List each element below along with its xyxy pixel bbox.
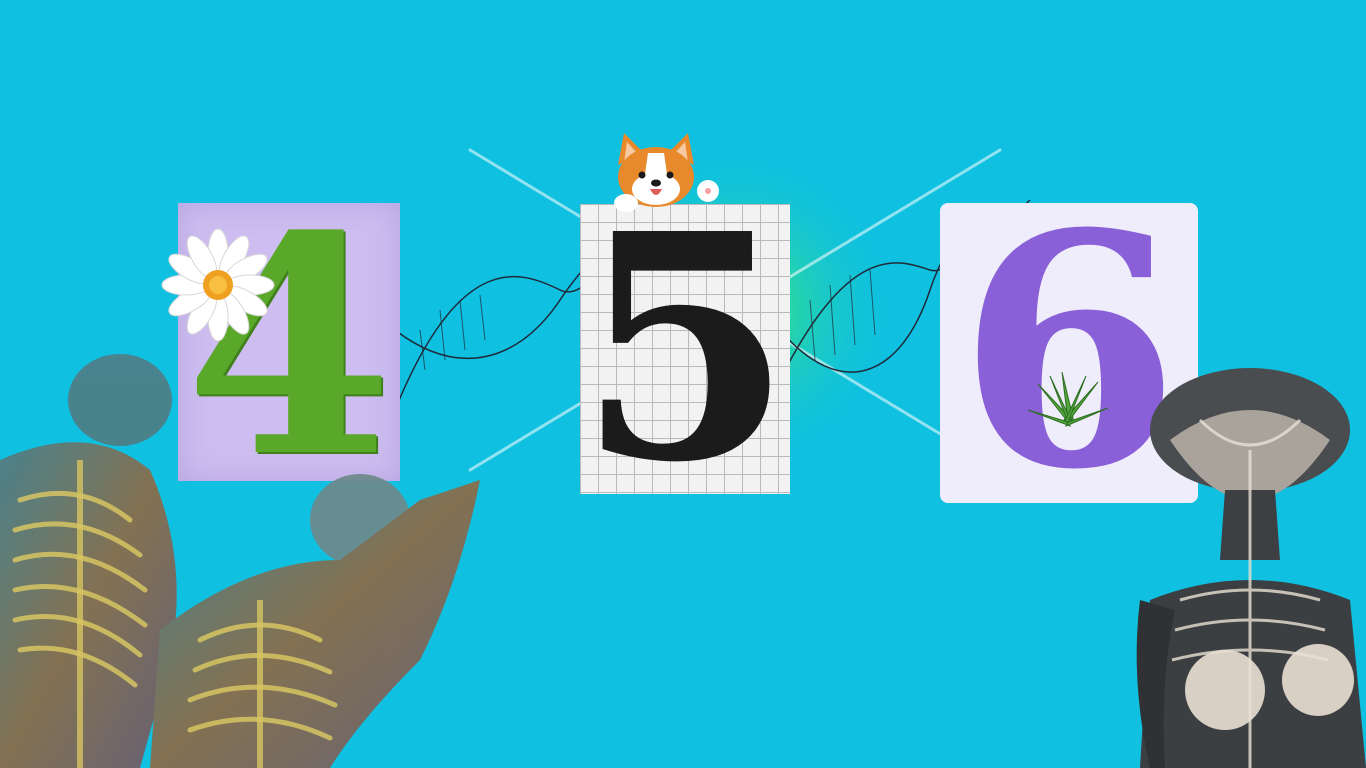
xray-body-right	[1136, 368, 1366, 768]
stage: 4 5 6	[0, 0, 1366, 768]
